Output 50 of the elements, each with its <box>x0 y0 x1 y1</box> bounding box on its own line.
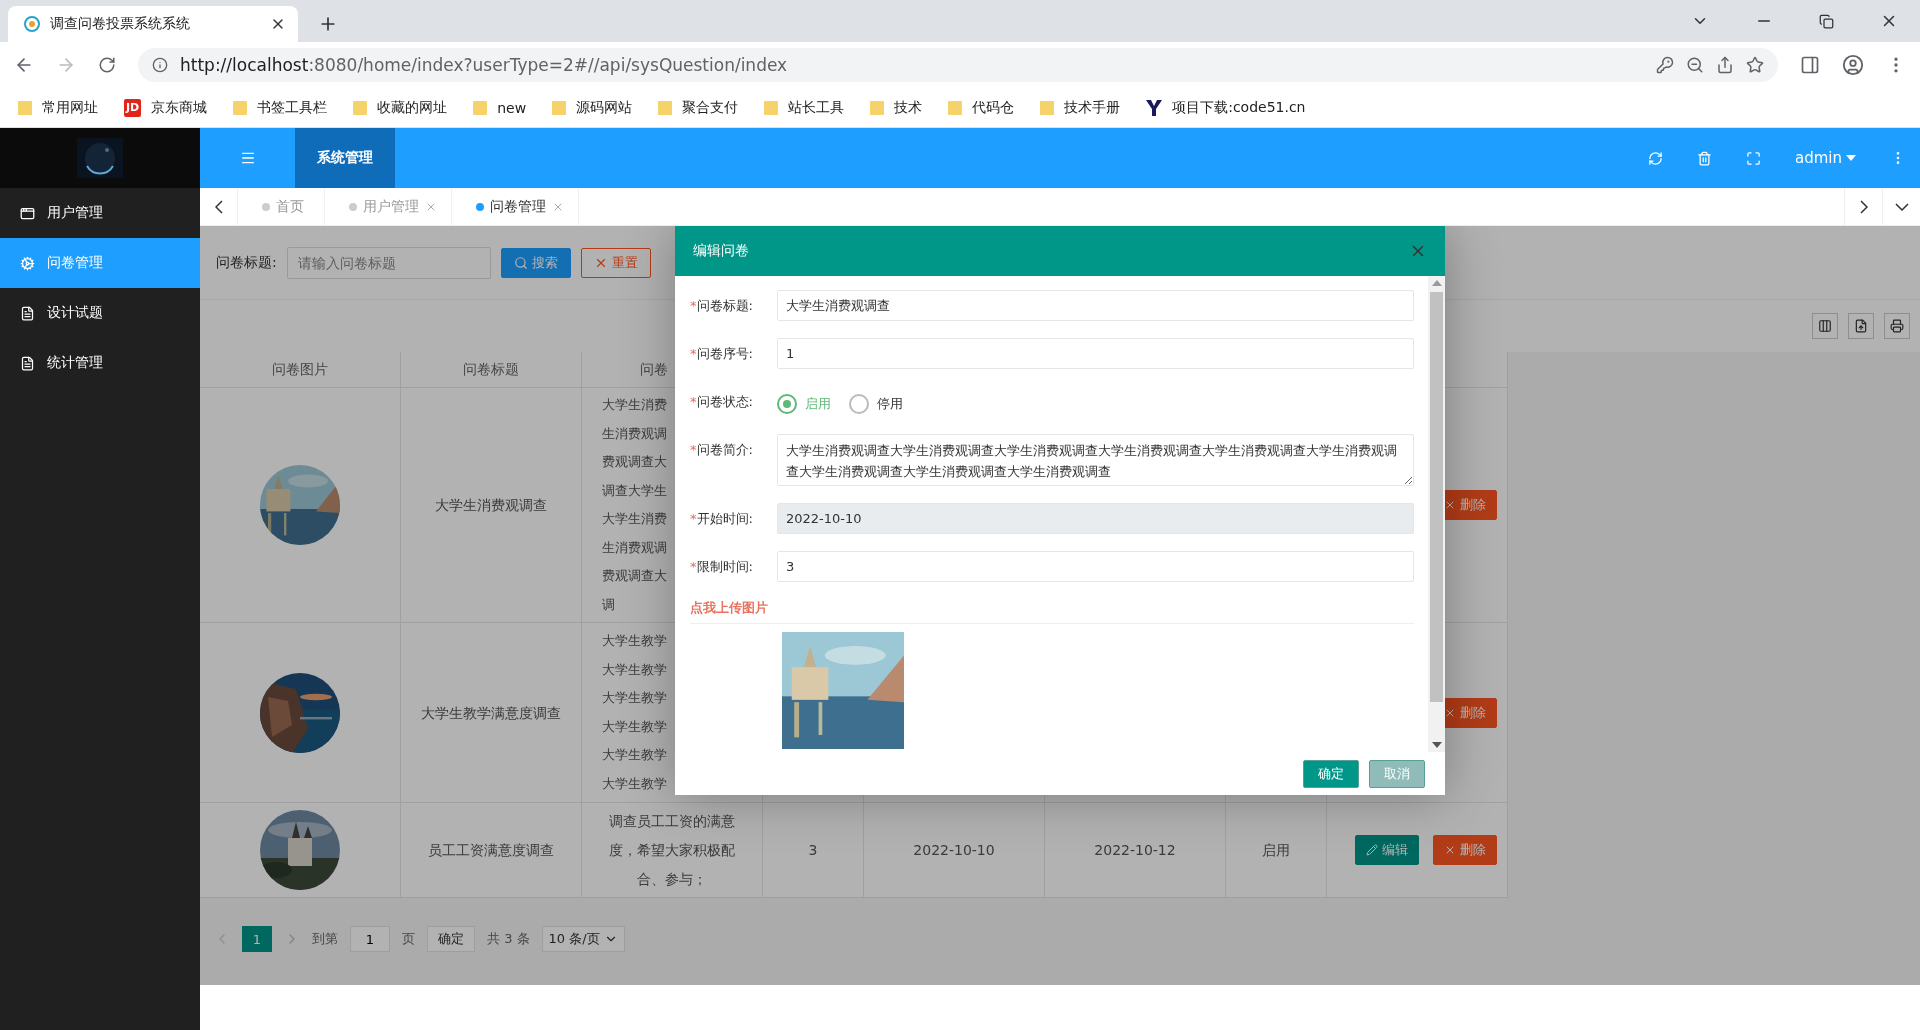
field-label: *问卷简介: <box>690 441 754 459</box>
search-label: 问卷标题: <box>216 253 277 272</box>
input-field[interactable]: 1 <box>777 338 1414 369</box>
sidebar-item[interactable]: 用户管理 <box>0 188 200 238</box>
input-field[interactable]: 大学生消费观调查 <box>777 290 1414 321</box>
field-label: *问卷标题: <box>690 297 754 315</box>
bookmark[interactable]: new <box>473 99 527 116</box>
bookmark[interactable]: 站长工具 <box>764 98 845 117</box>
column-header: 问卷图片 <box>200 352 401 388</box>
table-cell: 调查员工工资的满意度，希望大家积极配合、参与； <box>582 803 763 898</box>
bookmark[interactable]: 书签工具栏 <box>233 98 328 117</box>
bookmark[interactable]: 收藏的网址 <box>353 98 448 117</box>
browser-tab[interactable]: 调查问卷投票系统系统 <box>8 6 298 42</box>
field-label: *开始时间: <box>690 510 754 528</box>
table-cell: 大学生消费观调查 <box>401 388 582 623</box>
bookmark[interactable]: 技术 <box>870 98 923 117</box>
page-label: 页 <box>402 930 415 948</box>
field-label: *限制时间: <box>690 558 754 576</box>
table-cell: 大学生教学满意度调查 <box>401 623 582 803</box>
confirm-button[interactable]: 确定 <box>1303 759 1359 788</box>
bookmark[interactable]: 代码仓 <box>948 98 1015 117</box>
tab-title: 调查问卷投票系统系统 <box>50 15 191 33</box>
jd-logo-icon: JD <box>124 98 142 117</box>
bookmark[interactable]: 项目下载:code51.cn <box>1146 98 1306 117</box>
bookmark[interactable]: 技术手册 <box>1040 98 1121 117</box>
page-size-select[interactable]: 10 条/页 <box>541 926 625 952</box>
textarea-field[interactable]: 大学生消费观调查大学生消费观调查大学生消费观调查大学生消费观调查大学生消费观调查大学生消费观调查大学生消费观调查大学生消费观调查大学生消费观调查 <box>777 434 1414 486</box>
bookmark[interactable]: 常用网址 <box>18 98 98 117</box>
page-input[interactable]: 1 <box>350 926 390 952</box>
table-cell: 3 <box>763 803 864 898</box>
table-cell: 2022-10-10 <box>864 803 1045 898</box>
goto-button[interactable]: 确定 <box>427 926 475 952</box>
bookmark[interactable]: 聚合支付 <box>658 98 739 117</box>
column-header: 问卷标题 <box>401 352 582 388</box>
search-field[interactable]: 请输入问卷标题 <box>286 246 491 279</box>
bookmark[interactable]: JD 京东商城 <box>124 98 208 117</box>
input-field[interactable]: 3 <box>777 551 1414 582</box>
header-tab[interactable]: 系统管理 <box>295 128 395 188</box>
total-count: 共 3 条 <box>487 930 530 948</box>
table-cell: 员工工资满意度调查 <box>401 803 582 898</box>
dialog-title: 编辑问卷 <box>693 242 749 260</box>
sidebar-item[interactable]: 设计试题 <box>0 288 200 338</box>
table-cell: 2022-10-12 <box>1045 803 1226 898</box>
sidebar-item[interactable]: 统计管理 <box>0 338 200 388</box>
goto-label: 到第 <box>312 930 338 948</box>
table-cell: 启用 <box>1226 803 1327 898</box>
field-label: *问卷状态: <box>690 393 754 411</box>
radio-option[interactable]: 停用 <box>849 393 903 414</box>
page-tab[interactable]: 问卷管理 <box>452 188 552 225</box>
bookmark[interactable]: 源码网站 <box>552 98 633 117</box>
